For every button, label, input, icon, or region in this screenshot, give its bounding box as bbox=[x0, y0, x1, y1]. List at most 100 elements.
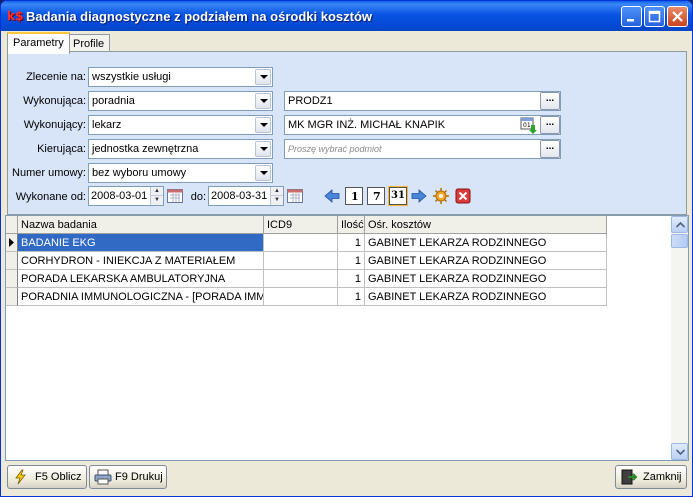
cell-nazwa[interactable]: PORADA LEKARSKA AMBULATORYJNA bbox=[18, 270, 264, 288]
scroll-up-button[interactable] bbox=[671, 216, 688, 233]
row-indicator bbox=[6, 252, 18, 270]
week-7-button[interactable]: 7 bbox=[367, 187, 385, 205]
minimize-button[interactable] bbox=[621, 6, 642, 27]
maximize-button[interactable] bbox=[644, 6, 665, 27]
cell-ilosc[interactable]: 1 bbox=[338, 252, 365, 270]
cell-osrodek[interactable]: GABINET LEKARZA RODZINNEGO bbox=[365, 234, 607, 252]
kierujaca-select[interactable]: jednostka zewnętrzna bbox=[88, 139, 273, 159]
vertical-scrollbar[interactable] bbox=[671, 216, 688, 460]
col-ilosc[interactable]: Ilość bbox=[338, 216, 365, 234]
week-7-icon: 7 bbox=[373, 190, 381, 203]
wykonujacy-value: lekarz bbox=[92, 119, 122, 131]
kierujaca-placeholder: Proszę wybrać podmiot bbox=[288, 144, 382, 154]
exit-door-icon bbox=[621, 469, 638, 485]
cell-nazwa[interactable]: BADANIE EKG bbox=[18, 234, 264, 252]
kierujaca-label: Kierująca: bbox=[37, 143, 86, 155]
date-from-spinner[interactable]: ▲ ▼ bbox=[150, 187, 163, 205]
clear-delete-icon[interactable] bbox=[454, 187, 472, 205]
zamknij-label: Zamknij bbox=[643, 471, 682, 483]
day-1-icon: 1 bbox=[351, 190, 359, 203]
close-icon bbox=[672, 11, 683, 22]
cell-icd9[interactable] bbox=[264, 288, 338, 306]
row-indicator bbox=[6, 270, 18, 288]
date-from-field[interactable]: 2008-03-01 ▲ ▼ bbox=[88, 186, 164, 206]
cell-icd9[interactable] bbox=[264, 252, 338, 270]
cell-nazwa[interactable]: PORADNIA IMMUNOLOGICZNA - [PORADA IMMU bbox=[18, 288, 264, 306]
date-to-field[interactable]: 2008-03-31 ▲ ▼ bbox=[208, 186, 284, 206]
wykonujaca-browse-button[interactable]: ... bbox=[540, 92, 560, 110]
printer-icon bbox=[94, 469, 112, 485]
oblicz-label: F5 Oblicz bbox=[35, 471, 82, 483]
cell-osrodek[interactable]: GABINET LEKARZA RODZINNEGO bbox=[365, 252, 607, 270]
cell-icd9[interactable] bbox=[264, 270, 338, 288]
wykonujacy-name: MK MGR INŻ. MICHAŁ KNAPIK bbox=[288, 119, 446, 131]
date-from-value: 2008-03-01 bbox=[91, 190, 148, 202]
forward-arrow-icon[interactable] bbox=[410, 187, 428, 205]
scroll-down-button[interactable] bbox=[671, 443, 688, 460]
dropdown-arrow-icon[interactable] bbox=[255, 117, 271, 133]
title-bar[interactable]: k$ Badania diagnostyczne z podziałem na … bbox=[1, 1, 692, 31]
calendar-icon[interactable] bbox=[286, 187, 305, 205]
zamknij-button[interactable]: Zamknij bbox=[615, 465, 687, 489]
dropdown-arrow-icon[interactable] bbox=[255, 93, 271, 109]
cell-icd9[interactable] bbox=[264, 234, 338, 252]
cell-ilosc[interactable]: 1 bbox=[338, 270, 365, 288]
window-title: Badania diagnostyczne z podziałem na ośr… bbox=[26, 9, 373, 24]
table-row[interactable]: PORADNIA IMMUNOLOGICZNA - [PORADA IMMU 1… bbox=[6, 288, 607, 306]
app-logo-icon: k$ bbox=[7, 9, 24, 23]
wykonujaca-code-field[interactable]: PRODZ1 bbox=[284, 91, 561, 111]
main-window: k$ Badania diagnostyczne z podziałem na … bbox=[0, 0, 693, 497]
settings-gear-icon[interactable] bbox=[432, 187, 450, 205]
zlecenie-select[interactable]: wszystkie usługi bbox=[88, 67, 273, 87]
results-grid[interactable]: Nazwa badania ICD9 Ilość Ośr. kosztów BA… bbox=[5, 215, 689, 461]
wykonujaca-code: PRODZ1 bbox=[288, 95, 333, 107]
row-indicator bbox=[6, 288, 18, 306]
month-31-icon: 31 bbox=[391, 190, 405, 201]
wykonujacy-browse-button[interactable]: ... bbox=[540, 116, 560, 134]
cell-osrodek[interactable]: GABINET LEKARZA RODZINNEGO bbox=[365, 270, 607, 288]
dropdown-arrow-icon[interactable] bbox=[255, 141, 271, 157]
umowa-select[interactable]: bez wyboru umowy bbox=[88, 163, 273, 183]
cell-ilosc[interactable]: 1 bbox=[338, 234, 365, 252]
oblicz-button[interactable]: F5 Oblicz bbox=[7, 465, 87, 489]
zlecenie-value: wszystkie usługi bbox=[92, 71, 171, 83]
wykonujaca-label: Wykonująca: bbox=[23, 95, 86, 107]
scroll-thumb[interactable] bbox=[671, 234, 688, 248]
zlecenie-label: Zlecenie na: bbox=[26, 71, 86, 83]
minimize-icon bbox=[627, 19, 634, 22]
table-row[interactable]: CORHYDRON - INIEKCJA Z MATERIAŁEM 1 GABI… bbox=[6, 252, 607, 270]
grid-header: Nazwa badania ICD9 Ilość Ośr. kosztów bbox=[6, 216, 607, 234]
dropdown-arrow-icon[interactable] bbox=[255, 69, 271, 85]
day-1-button[interactable]: 1 bbox=[345, 187, 363, 205]
tab-parametry[interactable]: Parametry bbox=[7, 32, 70, 54]
date-from-label: Wykonane od: bbox=[15, 191, 86, 203]
table-row[interactable]: BADANIE EKG 1 GABINET LEKARZA RODZINNEGO bbox=[6, 234, 607, 252]
wykonujaca-select[interactable]: poradnia bbox=[88, 91, 273, 111]
col-nazwa-badania[interactable]: Nazwa badania bbox=[18, 216, 264, 234]
parameters-panel: Zlecenie na: wszystkie usługi Wykonująca… bbox=[7, 51, 687, 215]
calendar-icon[interactable] bbox=[166, 187, 185, 205]
cell-ilosc[interactable]: 1 bbox=[338, 288, 365, 306]
back-arrow-icon[interactable] bbox=[323, 187, 341, 205]
date-to-value: 2008-03-31 bbox=[211, 190, 268, 202]
drukuj-button[interactable]: F9 Drukuj bbox=[89, 465, 167, 489]
dropdown-arrow-icon[interactable] bbox=[255, 165, 271, 181]
svg-text:01: 01 bbox=[523, 122, 531, 129]
cell-osrodek[interactable]: GABINET LEKARZA RODZINNEGO bbox=[365, 288, 607, 306]
kierujaca-browse-button[interactable]: ... bbox=[540, 140, 560, 158]
footer-toolbar: F5 Oblicz F9 Drukuj Zamknij bbox=[5, 465, 689, 493]
chevron-up-icon bbox=[676, 222, 685, 228]
cell-nazwa[interactable]: CORHYDRON - INIEKCJA Z MATERIAŁEM bbox=[18, 252, 264, 270]
calendar-download-icon[interactable]: 01 bbox=[519, 116, 539, 134]
wykonujacy-label: Wykonujący: bbox=[23, 119, 86, 131]
drukuj-label: F9 Drukuj bbox=[115, 471, 163, 483]
kierujaca-value: jednostka zewnętrzna bbox=[92, 143, 199, 155]
kierujaca-podmiot-field[interactable]: Proszę wybrać podmiot bbox=[284, 139, 561, 159]
month-31-button[interactable]: 31 bbox=[388, 186, 408, 206]
wykonujacy-select[interactable]: lekarz bbox=[88, 115, 273, 135]
table-row[interactable]: PORADA LEKARSKA AMBULATORYJNA 1 GABINET … bbox=[6, 270, 607, 288]
close-button[interactable] bbox=[667, 6, 688, 27]
col-icd9[interactable]: ICD9 bbox=[264, 216, 338, 234]
col-osrodek-kosztow[interactable]: Ośr. kosztów bbox=[365, 216, 607, 234]
date-to-spinner[interactable]: ▲ ▼ bbox=[270, 187, 283, 205]
